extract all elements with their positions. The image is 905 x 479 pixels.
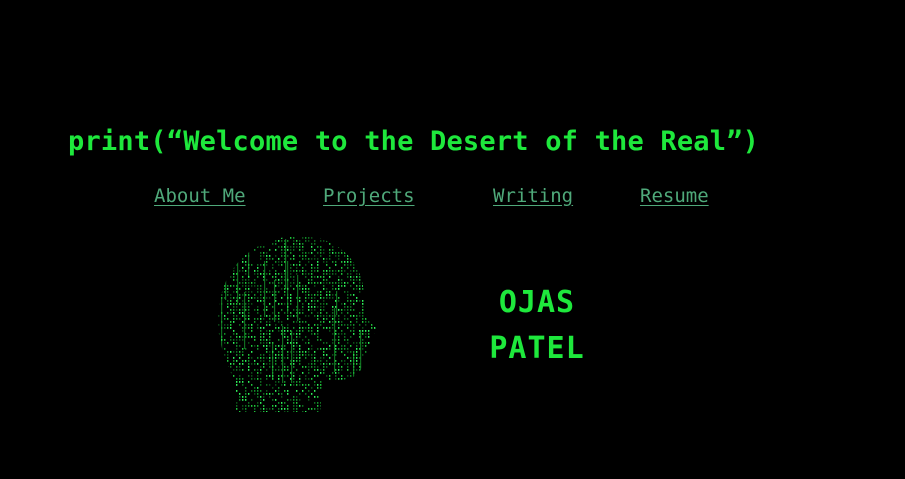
page-title: print(“Welcome to the Desert of the Real… (68, 126, 760, 157)
head-silhouette-icon (218, 237, 376, 412)
author-name: OJAS PATEL (452, 280, 622, 372)
author-first-name: OJAS (498, 285, 576, 320)
main-nav: About Me Projects Writing Resume (0, 183, 905, 209)
matrix-head-portrait (214, 234, 378, 412)
nav-link-about-me[interactable]: About Me (154, 183, 246, 209)
nav-link-writing[interactable]: Writing (493, 183, 573, 209)
nav-link-resume[interactable]: Resume (640, 183, 709, 209)
nav-link-projects[interactable]: Projects (323, 183, 415, 209)
author-last-name: PATEL (489, 331, 585, 366)
